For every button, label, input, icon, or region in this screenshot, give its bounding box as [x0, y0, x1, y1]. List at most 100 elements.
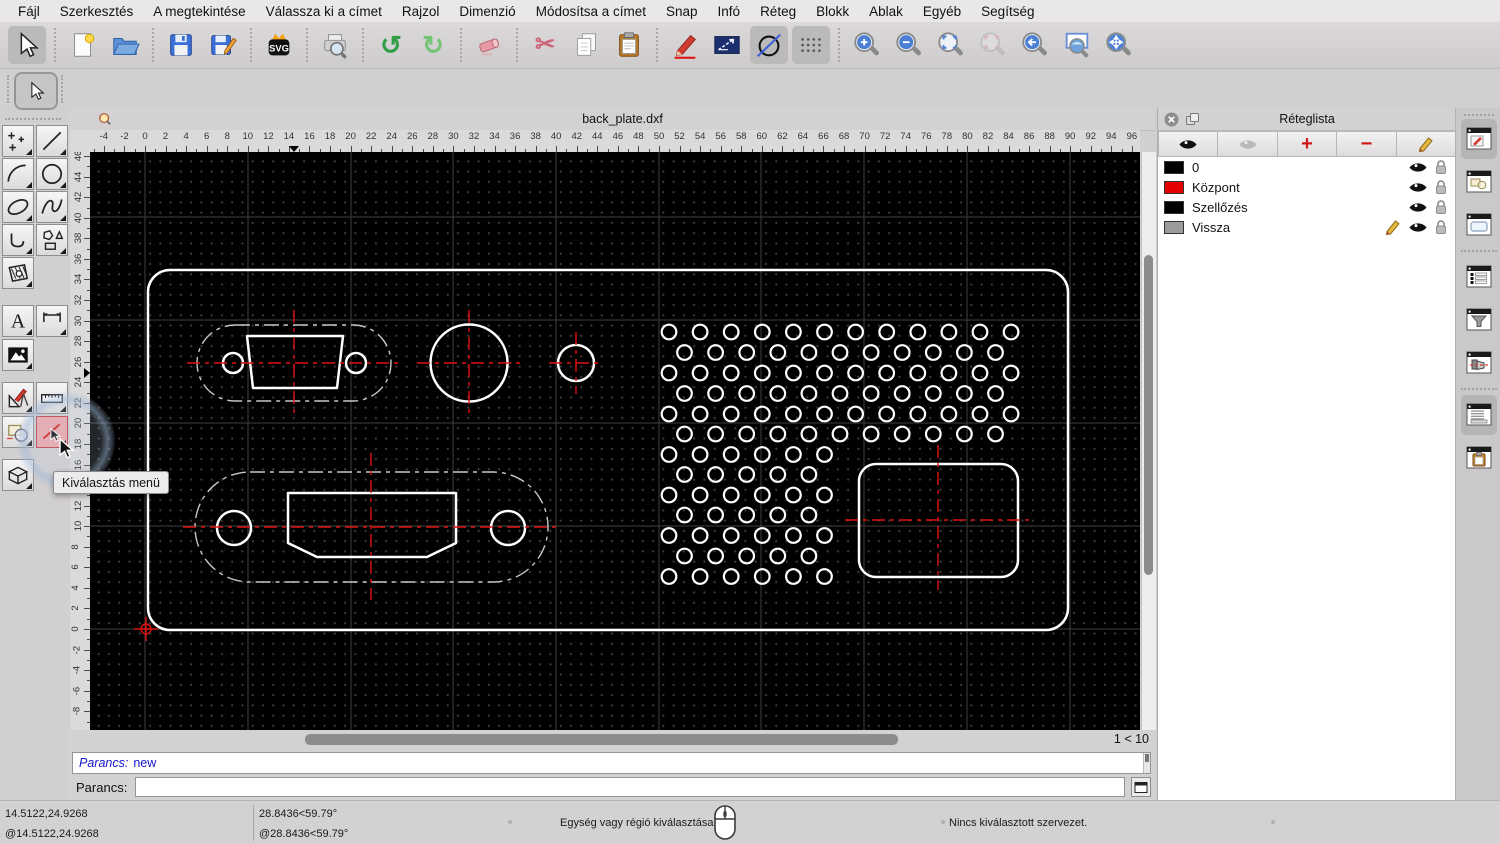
zoom-previous-button[interactable] — [1016, 26, 1054, 64]
draft-mode-button[interactable] — [750, 26, 788, 64]
shapes-tool-button[interactable] — [36, 224, 68, 256]
layer-visibility-toggle[interactable] — [1408, 161, 1428, 174]
vent-hole — [676, 466, 693, 483]
arcs-tool-button[interactable] — [2, 158, 34, 190]
text-tool-button[interactable]: A — [2, 305, 34, 337]
ellipses-tool-button[interactable] — [2, 191, 34, 223]
layer-lock-toggle[interactable] — [1434, 159, 1448, 175]
export-svg-button[interactable]: SVG — [260, 26, 298, 64]
block-list-widget-button[interactable] — [1461, 162, 1497, 202]
pen-button[interactable] — [666, 26, 704, 64]
info-measure-tool-button[interactable] — [36, 382, 68, 414]
command-widget-button[interactable] — [1460, 395, 1497, 435]
zoom-auto-button[interactable] — [932, 26, 970, 64]
select-button[interactable] — [8, 26, 46, 64]
menu-réteg[interactable]: Réteg — [750, 4, 806, 19]
select-menu-tool-button[interactable] — [36, 416, 68, 448]
zoom-out-button[interactable] — [890, 26, 928, 64]
layer-lock-toggle[interactable] — [1434, 219, 1448, 235]
menu-válassza-ki-a-címet[interactable]: Válassza ki a címet — [256, 4, 392, 19]
layer-lock-toggle[interactable] — [1434, 199, 1448, 215]
zoom-window-button[interactable] — [1058, 26, 1096, 64]
section-widget-button[interactable] — [1461, 343, 1497, 383]
layer-row-szellőzés[interactable]: Szellőzés — [1158, 197, 1456, 217]
show-all-layers-button[interactable] — [1158, 131, 1219, 157]
add-layer-button[interactable]: + — [1277, 131, 1338, 157]
layer-visibility-toggle[interactable] — [1408, 221, 1428, 234]
layer-row-vissza[interactable]: Vissza — [1158, 217, 1456, 237]
paste-button[interactable] — [610, 26, 648, 64]
layer-lock-toggle[interactable] — [1434, 179, 1448, 195]
dimensions-tool-button[interactable] — [36, 305, 68, 337]
vent-hole — [971, 364, 989, 382]
modify-tool-button[interactable] — [2, 416, 34, 448]
undo-button[interactable]: ↺ — [372, 26, 410, 64]
image-tool-button[interactable] — [2, 339, 34, 371]
menu-szerkesztés[interactable]: Szerkesztés — [50, 4, 144, 19]
hatch-tool-button[interactable] — [2, 257, 34, 289]
measure-button[interactable] — [708, 26, 746, 64]
layer-row-központ[interactable]: Központ — [1158, 177, 1456, 197]
cad-tools-tool-button[interactable] — [2, 382, 34, 414]
layer-visibility-toggle[interactable] — [1408, 181, 1428, 194]
command-dock: Parancs: new Parancs: — [68, 750, 1155, 800]
zoom-previous-icon — [1022, 32, 1047, 56]
vertical-scrollbar[interactable] — [1141, 152, 1156, 730]
layer-list-widget-button[interactable] — [1460, 119, 1497, 159]
menu-dimenzió[interactable]: Dimenzió — [449, 4, 525, 19]
toolbar-handle[interactable] — [7, 75, 9, 103]
entity-list-widget-button[interactable] — [1461, 257, 1497, 297]
clipboard-widget-button[interactable] — [1461, 438, 1497, 478]
dock-handle[interactable] — [1463, 114, 1494, 116]
open-file-button[interactable] — [106, 26, 144, 64]
delete-button[interactable] — [470, 26, 508, 64]
hide-all-layers-button[interactable] — [1218, 131, 1278, 157]
dock-list-icon — [1466, 265, 1491, 288]
circles-tool-button[interactable] — [36, 158, 68, 190]
layer-row-0[interactable]: 0 — [1158, 157, 1456, 177]
filter-widget-button[interactable] — [1461, 300, 1497, 340]
vent-hole — [722, 323, 740, 341]
menu-rajzol[interactable]: Rajzol — [392, 4, 450, 19]
cut-button[interactable]: ✂ — [526, 26, 564, 64]
layer-visibility-toggle[interactable] — [1408, 201, 1428, 214]
save-as-button[interactable] — [204, 26, 242, 64]
horizontal-scrollbar[interactable]: 1 < 10 — [68, 730, 1155, 750]
redo-button[interactable]: ↻ — [414, 26, 452, 64]
menu-egyéb[interactable]: Egyéb — [913, 4, 971, 19]
library-browser-widget-button[interactable] — [1461, 205, 1497, 245]
menu-a-megtekintése[interactable]: A megtekintése — [143, 4, 255, 19]
minus-icon: − — [1360, 133, 1373, 155]
edit-layer-button[interactable] — [1396, 131, 1457, 157]
solid-tool-button[interactable] — [2, 459, 34, 491]
splines-tool-button[interactable] — [36, 191, 68, 223]
select-tool-button[interactable] — [14, 72, 58, 110]
menu-infó[interactable]: Infó — [708, 4, 751, 19]
points-tool-button[interactable] — [2, 125, 34, 157]
vertical-scrollbar-thumb[interactable] — [1144, 255, 1153, 575]
save-button[interactable] — [162, 26, 200, 64]
horizontal-scrollbar-thumb[interactable] — [305, 734, 898, 745]
save-as-icon — [211, 35, 237, 55]
command-input[interactable] — [135, 777, 1125, 797]
menu-módosítsa-a-címet[interactable]: Módosítsa a címet — [526, 4, 656, 19]
zoom-in-button[interactable] — [848, 26, 886, 64]
palette-handle[interactable] — [5, 118, 61, 120]
grid-toggle-button[interactable] — [792, 26, 830, 64]
menu-snap[interactable]: Snap — [656, 4, 708, 19]
command-history-scrollbar[interactable] — [1143, 753, 1150, 773]
keyboard-toggle-button[interactable] — [1131, 777, 1151, 797]
copy-button[interactable] — [568, 26, 606, 64]
lines-tool-button[interactable] — [36, 125, 68, 157]
new-file-button[interactable] — [64, 26, 102, 64]
menu-blokk[interactable]: Blokk — [806, 4, 859, 19]
drawing-canvas[interactable] — [90, 152, 1140, 730]
menu-segítség[interactable]: Segítség — [971, 4, 1044, 19]
print-preview-button[interactable] — [316, 26, 354, 64]
pan-button[interactable] — [1100, 26, 1138, 64]
menu-fájl[interactable]: Fájl — [8, 4, 50, 19]
polylines-tool-button[interactable] — [2, 224, 34, 256]
toolbar-handle[interactable] — [61, 75, 63, 103]
menu-ablak[interactable]: Ablak — [859, 4, 913, 19]
remove-layer-button[interactable]: − — [1337, 131, 1397, 157]
